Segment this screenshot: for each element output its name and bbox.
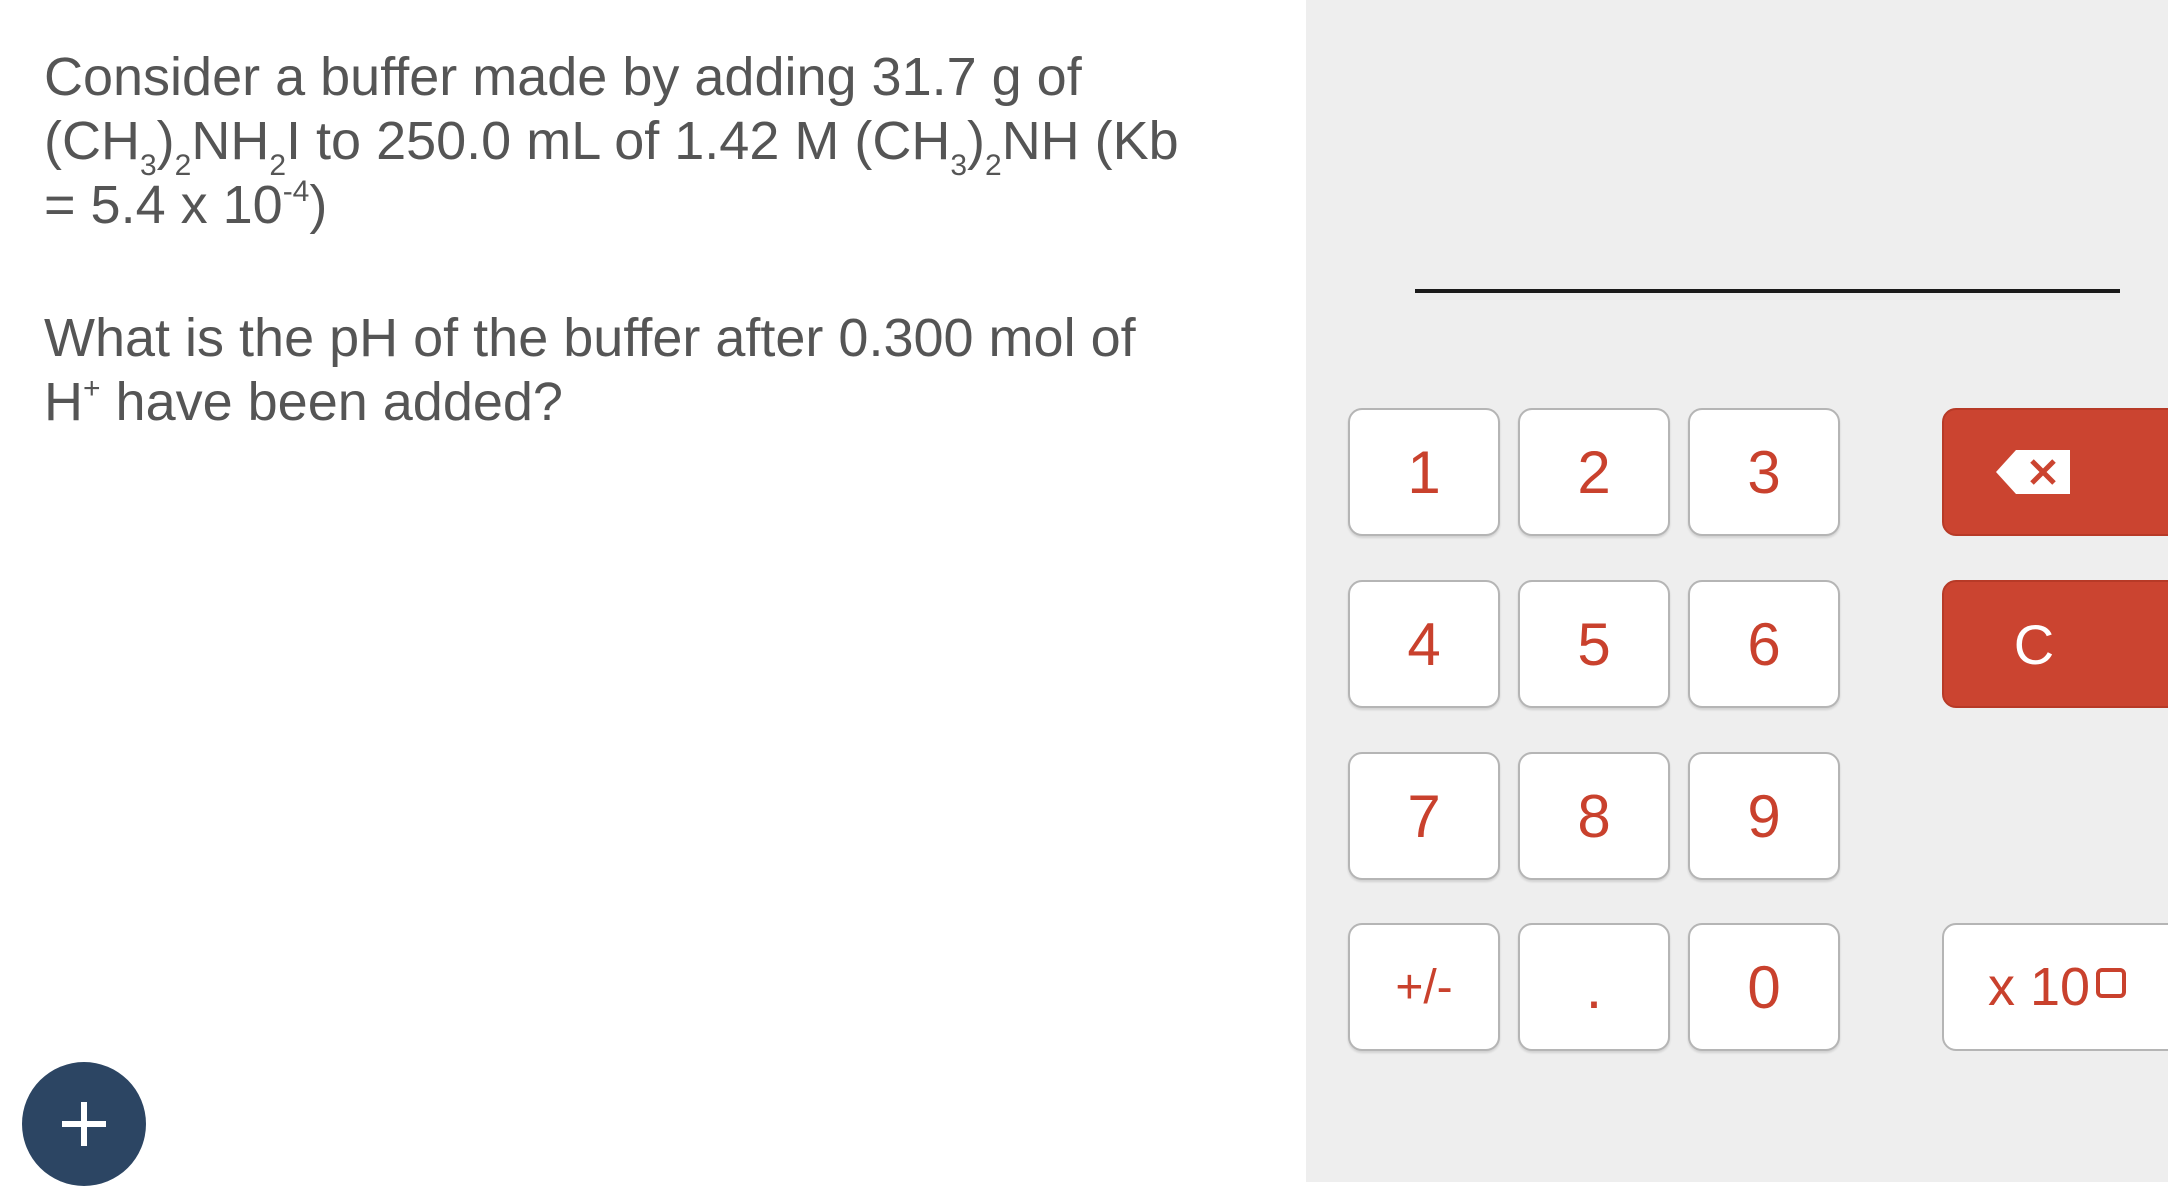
key-plus-minus[interactable]: +/- [1348,923,1500,1051]
key-6[interactable]: 6 [1688,580,1840,708]
backspace-button[interactable] [1942,408,2168,536]
answer-input-line[interactable] [1415,289,2120,293]
times-ten-label: x 10 [1988,957,2091,1017]
kb-close-paren: ) [309,175,328,235]
question-line-1-text: Consider a buffer made by adding 31.7 g … [44,47,1082,107]
key-5[interactable]: 5 [1518,580,1670,708]
formula-part: ) [967,111,985,171]
question-line-3: = 5.4 x 10-4) [44,175,1244,242]
add-button[interactable] [22,1062,146,1186]
kb-exponent: -4 [282,175,310,208]
formula-part: NH [191,111,270,171]
formula-subscript: 2 [985,149,1002,182]
question-prompt-line-2: H+ have been added? [44,370,1244,443]
question-prompt-line-2-rest: have been added? [100,372,563,432]
key-8[interactable]: 8 [1518,752,1670,880]
formula-part: ) [156,111,175,171]
question-line-2: (CH3)2NH2I to 250.0 mL of 1.42 M (CH3)2N… [44,111,1244,182]
hydrogen-ion-charge: + [83,372,101,405]
clear-label: C [2013,612,2055,676]
question-prompt-line-1: What is the pH of the buffer after 0.300… [44,308,1136,368]
formula-part: (CH [44,111,140,171]
backspace-icon [1996,450,2070,494]
key-9[interactable]: 9 [1688,752,1840,880]
exponent-box-icon [2096,968,2127,998]
formula-subscript: 3 [950,149,968,182]
key-2[interactable]: 2 [1518,408,1670,536]
key-4[interactable]: 4 [1348,580,1500,708]
key-1[interactable]: 1 [1348,408,1500,536]
times-ten-button[interactable]: x 10 [1942,923,2168,1051]
hydrogen-ion: H [44,372,83,432]
kb-value: = 5.4 x 10 [44,175,283,235]
key-0[interactable]: 0 [1688,923,1840,1051]
key-decimal[interactable]: . [1518,923,1670,1051]
formula-part: I to 250.0 mL of 1.42 M (CH [286,111,951,171]
plus-icon [62,1102,106,1146]
question-line-1: Consider a buffer made by adding 31.7 g … [44,50,1244,114]
question-panel: Consider a buffer made by adding 31.7 g … [0,0,1306,1186]
formula-part: NH (Kb [1001,111,1179,171]
question-text: Consider a buffer made by adding 31.7 g … [44,50,1244,242]
key-7[interactable]: 7 [1348,752,1500,880]
clear-button[interactable]: C [1942,580,2168,708]
question-prompt: What is the pH of the buffer after 0.300… [44,306,1244,443]
key-3[interactable]: 3 [1688,408,1840,536]
